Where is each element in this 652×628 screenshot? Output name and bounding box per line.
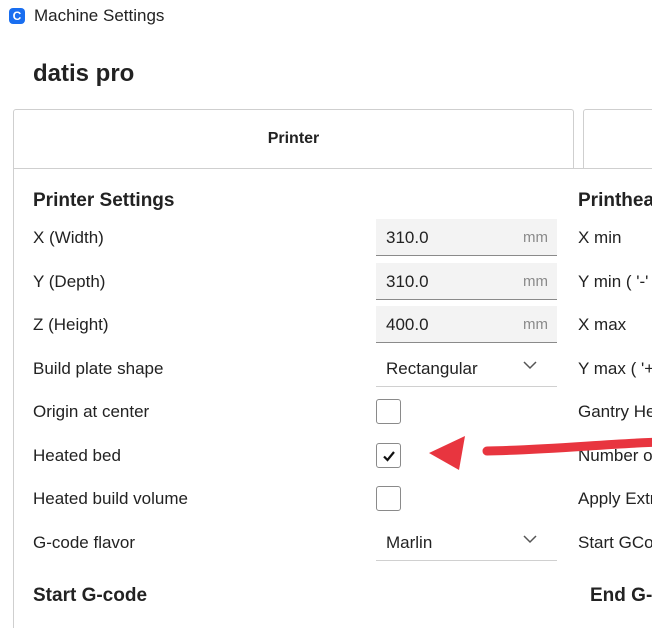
z-height-value: 400.0 [386, 315, 429, 334]
gantry-height-label: Gantry He [578, 402, 652, 421]
apply-extruder-offsets-label: Apply Extr [578, 489, 652, 508]
gcode-flavor-select[interactable]: Marlin [376, 524, 557, 561]
chevron-down-icon [523, 535, 537, 544]
title-bar: C Machine Settings [0, 0, 652, 32]
printhead-settings-title: Printhea [578, 190, 652, 211]
x-width-label: X (Width) [33, 228, 104, 247]
z-height-label: Z (Height) [33, 315, 109, 334]
annotation-arrow [429, 436, 652, 470]
end-gcode-title: End G- [590, 585, 652, 606]
origin-at-center-label: Origin at center [33, 402, 150, 421]
machine-name: datis pro [33, 60, 135, 87]
build-plate-shape-select[interactable]: Rectangular [376, 350, 557, 387]
heated-build-volume-label: Heated build volume [33, 489, 188, 508]
y-depth-value: 310.0 [386, 272, 429, 291]
y-depth-field[interactable]: 310.0 mm [376, 263, 557, 300]
x-width-field[interactable]: 310.0 mm [376, 219, 557, 256]
gcode-flavor-label: G-code flavor [33, 533, 136, 552]
tab-printer-label: Printer [267, 130, 320, 147]
y-depth-unit: mm [523, 273, 548, 290]
z-height-unit: mm [523, 316, 548, 333]
start-gcode-title: Start G-code [33, 585, 148, 606]
gcode-flavor-value: Marlin [386, 533, 433, 552]
window-title: Machine Settings [34, 6, 165, 25]
build-plate-shape-label: Build plate shape [33, 359, 164, 378]
chevron-down-icon [523, 361, 537, 370]
cura-app-icon: C [9, 8, 25, 24]
y-depth-label: Y (Depth) [33, 272, 106, 291]
checkmark-icon [383, 451, 395, 462]
x-max-label: X max [578, 315, 627, 334]
heated-bed-label: Heated bed [33, 446, 121, 465]
x-width-unit: mm [523, 229, 548, 246]
tab-printer[interactable]: Printer [13, 109, 574, 169]
build-plate-shape-value: Rectangular [386, 359, 478, 378]
printer-settings-title: Printer Settings [33, 190, 175, 211]
start-gcode-extruder-label: Start GCo [578, 533, 652, 552]
heated-bed-checkbox[interactable] [376, 443, 401, 468]
heated-build-volume-checkbox[interactable] [376, 486, 401, 511]
y-max-label: Y max ( '+ [578, 359, 652, 378]
origin-at-center-checkbox[interactable] [376, 399, 401, 424]
z-height-field[interactable]: 400.0 mm [376, 306, 557, 343]
y-min-label: Y min ( '-' [578, 272, 649, 291]
tab-extruder[interactable] [583, 109, 652, 169]
x-min-label: X min [578, 228, 622, 247]
x-width-value: 310.0 [386, 228, 429, 247]
